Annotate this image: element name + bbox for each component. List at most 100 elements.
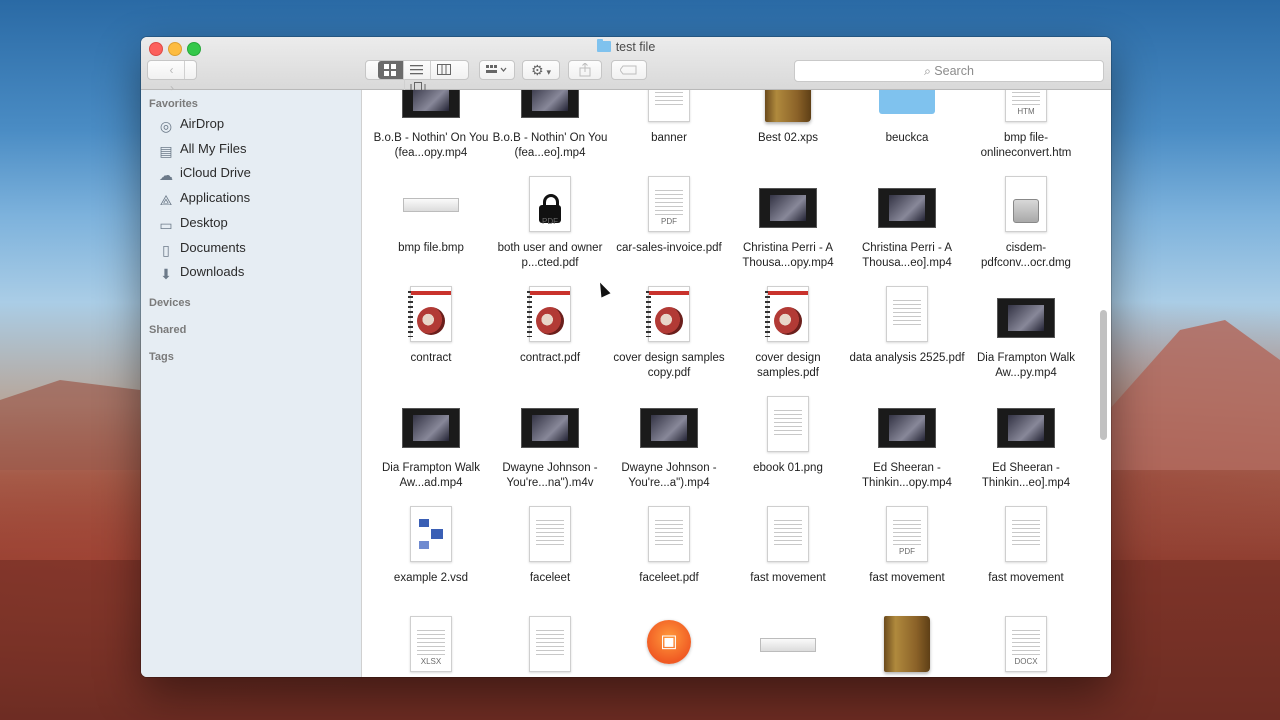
sidebar-section-shared[interactable]: Shared xyxy=(149,324,186,336)
file-item[interactable]: PDF fast movement xyxy=(848,504,966,586)
file-name: Dwayne Johnson - You're...na").m4v xyxy=(502,462,598,489)
sidebar-item-icloud-drive[interactable]: ☁ iCloud Drive xyxy=(157,162,251,184)
sidebar-item-applications[interactable]: ⟁ Applications xyxy=(157,187,250,209)
search-placeholder: Search xyxy=(934,64,974,78)
share-icon xyxy=(579,62,591,77)
file-item[interactable]: B.o.B - Nothin' On You (fea...opy.mp4 xyxy=(372,90,490,161)
list-view-button[interactable] xyxy=(402,61,430,79)
file-item[interactable]: ebook 01.png xyxy=(729,394,847,476)
vsd-file-icon xyxy=(391,504,471,566)
file-name: bmp file-onlineconvert.htm xyxy=(980,132,1072,159)
file-name: beuckca xyxy=(885,132,929,144)
file-name: Christina Perri - A Thousa...eo].mp4 xyxy=(861,242,953,269)
documents-icon: ▯ xyxy=(162,242,170,258)
file-item[interactable]: example 2.vsd xyxy=(372,504,490,586)
cover-file-icon xyxy=(748,284,828,346)
cover-file-icon xyxy=(629,284,709,346)
file-name: fast movement xyxy=(750,572,826,584)
file-name: Dia Frampton Walk Aw...ad.mp4 xyxy=(382,462,480,489)
doc-file-icon xyxy=(510,614,590,676)
sidebar-item-label: Applications xyxy=(180,190,251,205)
file-name: both user and owner p...cted.pdf xyxy=(497,242,603,269)
sidebar-item-downloads[interactable]: ⬇ Downloads xyxy=(157,261,244,283)
file-item[interactable]: Dia Frampton Walk Aw...ad.mp4 xyxy=(372,394,490,491)
file-item[interactable]: fast movement xyxy=(729,504,847,586)
share-button[interactable] xyxy=(568,60,602,80)
sidebar-item-airdrop[interactable]: ◎ AirDrop xyxy=(157,113,224,135)
column-view-button[interactable] xyxy=(429,61,457,79)
list-view-icon xyxy=(410,65,423,75)
file-item[interactable]: Dia Frampton Walk Aw...py.mp4 xyxy=(967,284,1085,381)
file-item[interactable]: B.o.B - Nothin' On You (fea...eo].mp4 xyxy=(491,90,609,161)
sidebar-section-devices[interactable]: Devices xyxy=(149,297,191,309)
back-button[interactable]: ‹ xyxy=(160,61,185,79)
file-item[interactable]: Ed Sheeran - Thinkin...opy.mp4 xyxy=(848,394,966,491)
file-item[interactable]: HTM bmp file-onlineconvert.htm xyxy=(967,90,1085,161)
window-title: test file xyxy=(141,39,1111,54)
file-name: contract.pdf xyxy=(519,352,581,364)
file-name: cover design samples.pdf xyxy=(755,352,821,379)
file-type-badge: XLSX xyxy=(420,657,442,666)
file-item[interactable]: beuckca xyxy=(848,90,966,146)
file-item[interactable]: XLSXgagaga xyxy=(372,614,490,677)
file-item[interactable]: genapp xyxy=(491,614,609,677)
file-item[interactable]: bmp file.bmp xyxy=(372,174,490,256)
file-item[interactable]: gif file.gif xyxy=(729,614,847,677)
folder-icon xyxy=(596,39,611,52)
video-file-icon xyxy=(867,394,947,456)
file-name: Best 02.xps xyxy=(757,132,819,144)
video-file-icon xyxy=(510,90,590,126)
file-item[interactable]: Ed Sheeran - Thinkin...eo].mp4 xyxy=(967,394,1085,491)
file-item[interactable]: Dwayne Johnson - You're...a").mp4 xyxy=(610,394,728,491)
arrange-button[interactable] xyxy=(479,60,515,80)
file-item[interactable]: contract.pdf xyxy=(491,284,609,366)
file-name: B.o.B - Nothin' On You (fea...eo].mp4 xyxy=(492,132,608,159)
sidebar-item-label: Desktop xyxy=(180,215,228,230)
sidebar-item-desktop[interactable]: ▭ Desktop xyxy=(157,212,228,234)
vertical-scrollbar[interactable] xyxy=(1100,310,1107,440)
video-file-icon xyxy=(986,284,1066,346)
doc-file-icon xyxy=(748,504,828,566)
search-field[interactable]: ⌕ Search xyxy=(794,60,1104,82)
file-item[interactable]: fast movement xyxy=(967,504,1085,586)
doc-file-icon xyxy=(629,504,709,566)
file-name: example 2.vsd xyxy=(393,572,469,584)
file-item[interactable]: cover design samples.pdf xyxy=(729,284,847,381)
applications-icon: ⟁ xyxy=(159,192,173,208)
epub-file-icon: ▣ xyxy=(629,614,709,676)
action-button[interactable]: ⚙ ▾ xyxy=(522,60,560,80)
file-type-badge: PDF xyxy=(661,217,677,226)
file-name: banner xyxy=(651,132,687,144)
file-item[interactable]: contract xyxy=(372,284,490,366)
doc-file-icon xyxy=(748,394,828,456)
file-item[interactable]: DOCXhow to add text in xyxy=(967,614,1085,677)
file-item[interactable]: Dwayne Johnson - You're...na").m4v xyxy=(491,394,609,491)
doc-file-icon: HTM xyxy=(986,90,1066,126)
file-item[interactable]: Christina Perri - A Thousa...opy.mp4 xyxy=(729,174,847,271)
tags-button[interactable] xyxy=(611,60,647,80)
file-item[interactable]: faceleet xyxy=(491,504,609,586)
file-item[interactable]: PDF both user and owner p...cted.pdf xyxy=(491,174,609,271)
file-item[interactable]: cisdem-pdfconv...ocr.dmg xyxy=(967,174,1085,271)
sidebar-section-tags[interactable]: Tags xyxy=(149,351,174,363)
video-file-icon xyxy=(629,394,709,456)
file-type-badge: DOCX xyxy=(1014,657,1038,666)
chevron-left-icon: ‹ xyxy=(169,63,174,77)
file-item[interactable]: PDF car-sales-invoice.pdf xyxy=(610,174,728,256)
downloads-icon: ⬇ xyxy=(160,266,172,282)
file-item[interactable]: faceleet.pdf xyxy=(610,504,728,586)
file-item[interactable]: ▣genapp.epub xyxy=(610,614,728,677)
file-item[interactable]: banner xyxy=(610,90,728,146)
doc-file-icon: DOCX xyxy=(986,614,1066,676)
file-item[interactable]: cover design samples copy.pdf xyxy=(610,284,728,381)
file-grid: B.o.B - Nothin' On You (fea...opy.mp4 B.o… xyxy=(362,90,1111,677)
sidebar-item-all-my-files[interactable]: ▤ All My Files xyxy=(157,138,246,160)
sidebar-item-documents[interactable]: ▯ Documents xyxy=(157,237,246,259)
file-item[interactable]: How .xps xyxy=(848,614,966,677)
icon-view-button[interactable] xyxy=(377,61,403,79)
file-item[interactable]: Christina Perri - A Thousa...eo].mp4 xyxy=(848,174,966,271)
file-name: fast movement xyxy=(988,572,1064,584)
file-name: Christina Perri - A Thousa...opy.mp4 xyxy=(742,242,834,269)
file-item[interactable]: data analysis 2525.pdf xyxy=(848,284,966,366)
file-item[interactable]: Best 02.xps xyxy=(729,90,847,146)
